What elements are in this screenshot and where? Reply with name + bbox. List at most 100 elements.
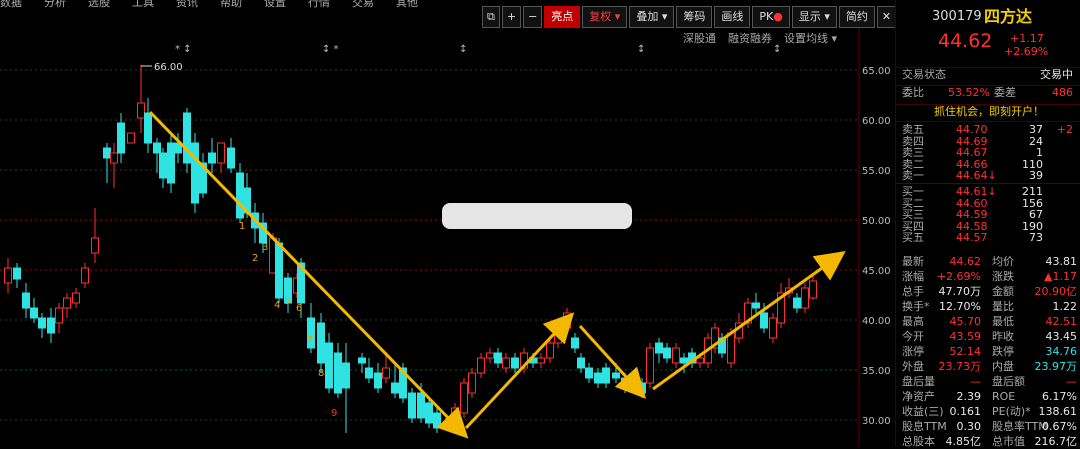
draw-button[interactable]: 画线	[714, 6, 751, 28]
candle-body	[769, 317, 777, 339]
wave-label: 7	[307, 335, 313, 346]
stat-label: 涨跌	[992, 270, 1014, 283]
highlight-button[interactable]: 亮点	[544, 6, 581, 28]
stat-value: +2.69%	[936, 270, 981, 283]
stat-row: 总股本 4.85亿 总市值 216.7亿	[896, 435, 1080, 449]
candle-body	[442, 422, 450, 427]
stock-name: 四方达	[984, 7, 1033, 26]
stat-value: 0.161	[949, 405, 982, 418]
candle-body	[451, 407, 459, 419]
webi-value: 53.52%	[948, 86, 990, 99]
stat-label: 总手	[902, 285, 924, 298]
candle-body	[417, 392, 425, 419]
stat-value: 43.45	[1045, 330, 1078, 343]
simple-button[interactable]: 简约	[838, 6, 875, 28]
display-dropdown[interactable]: 显示 ▾	[791, 6, 837, 28]
orderbook-label: 卖一	[902, 169, 924, 183]
y-tick-label: 65.00	[862, 66, 891, 77]
candle-body	[468, 372, 476, 394]
stat-label: 盘后量	[902, 375, 935, 388]
orderbook-row[interactable]: 买五 44.57 73	[896, 232, 1080, 244]
chart-toolbar: ⧉ + − 亮点 复权 ▾ 叠加 ▾ 筹码 画线 PK● 显示 ▾ 简约 ✕	[482, 6, 897, 28]
close-icon[interactable]: ✕	[876, 6, 897, 28]
stat-value: 4.85亿	[945, 435, 982, 448]
candle-body	[502, 357, 510, 369]
top-menu-item[interactable]: 其他	[396, 0, 418, 8]
top-menu-item[interactable]: 分析	[44, 0, 66, 8]
top-menu: 数据 分析 选股 工具 资讯 帮助 设置 行情 交易 其他	[0, 0, 480, 8]
zoom-out-button[interactable]: −	[523, 6, 543, 28]
stat-row: 最高 45.70 最低 42.51	[896, 315, 1080, 329]
stat-value: 0.67%	[1042, 420, 1077, 433]
open-account-banner[interactable]: 抓住机会，即刻开户！	[934, 105, 1044, 119]
candle-body	[425, 402, 433, 424]
restore-icon[interactable]: ⧉	[482, 6, 500, 28]
candle-body	[275, 242, 283, 299]
y-tick-label: 30.00	[862, 416, 891, 427]
candle-body	[612, 372, 620, 379]
pk-button[interactable]: PK●	[752, 6, 790, 28]
top-menu-item[interactable]: 设置	[264, 0, 286, 8]
last-price: 44.62	[938, 30, 993, 52]
adjust-dropdown[interactable]: 复权 ▾	[582, 6, 628, 28]
candle-body	[752, 302, 760, 309]
stat-value: —	[1066, 375, 1077, 388]
stat-value: 216.7亿	[1034, 435, 1078, 448]
wave-label: 4	[274, 300, 280, 311]
candle-body	[374, 372, 382, 389]
top-menu-item[interactable]: 行情	[308, 0, 330, 8]
overlay-dropdown[interactable]: 叠加 ▾	[629, 6, 675, 28]
y-tick-label: 35.00	[862, 366, 891, 377]
wave-label: 5	[284, 296, 290, 307]
candle-body	[486, 352, 494, 359]
blurred-overlay	[442, 203, 632, 229]
stat-label: PE(动)*	[992, 405, 1031, 418]
stat-value: 43.59	[949, 330, 982, 343]
stat-label: 股息TTM	[902, 420, 947, 433]
orderbook-extra: +2	[1056, 123, 1073, 136]
stat-value: 45.70	[949, 315, 982, 328]
zoom-in-button[interactable]: +	[501, 6, 522, 28]
stat-value: 42.51	[1045, 315, 1078, 328]
y-tick-label: 60.00	[862, 116, 891, 127]
top-menu-item[interactable]: 数据	[0, 0, 22, 8]
stat-row: 股息TTM 0.30 股息率TTM 0.67%	[896, 420, 1080, 434]
weicha-value: 486	[1052, 86, 1073, 99]
candle-body	[433, 412, 441, 429]
stat-label: 今开	[902, 330, 924, 343]
candle-body	[110, 152, 118, 164]
candle-body	[638, 382, 646, 394]
trend-arrow	[652, 251, 846, 391]
candle-body	[602, 367, 610, 384]
wave-label: 9	[331, 408, 337, 419]
stat-label: 股息率TTM	[992, 420, 1048, 433]
candle-body	[672, 347, 680, 364]
candle-body	[159, 152, 167, 179]
stat-value: 44.62	[949, 255, 982, 268]
top-menu-item[interactable]: 交易	[352, 0, 374, 8]
top-menu-item[interactable]: 选股	[88, 0, 110, 8]
candle-body	[809, 280, 817, 299]
stat-label: 换手*	[902, 300, 930, 313]
wave-label: 6	[296, 303, 302, 314]
top-menu-item[interactable]: 资讯	[176, 0, 198, 8]
candle-body	[167, 142, 175, 184]
stat-label: 量比	[992, 300, 1014, 313]
orderbook-price: 44.64↓	[956, 169, 997, 183]
event-marker: ↕	[459, 44, 467, 55]
stat-value: 138.61	[1038, 405, 1078, 418]
top-menu-item[interactable]: 工具	[132, 0, 154, 8]
stat-value: 1.22	[1052, 300, 1078, 313]
top-menu-item[interactable]: 帮助	[220, 0, 242, 8]
stat-label: 最低	[992, 315, 1014, 328]
candlestick-chart[interactable]: 65.00 60.00 55.00 50.00 45.00 40.00 35.00 30.00…	[0, 28, 893, 446]
stat-value: 12.70%	[939, 300, 981, 313]
wave-label: 3	[262, 242, 268, 253]
candle-body	[546, 342, 554, 359]
chip-button[interactable]: 筹码	[676, 6, 713, 28]
stat-row: 收益(三) 0.161 PE(动)* 138.61	[896, 405, 1080, 419]
orderbook-row[interactable]: 卖一 44.64↓ 39	[896, 170, 1080, 182]
candle-body	[342, 362, 350, 389]
candle-body	[511, 357, 519, 369]
candle-body	[127, 132, 135, 144]
